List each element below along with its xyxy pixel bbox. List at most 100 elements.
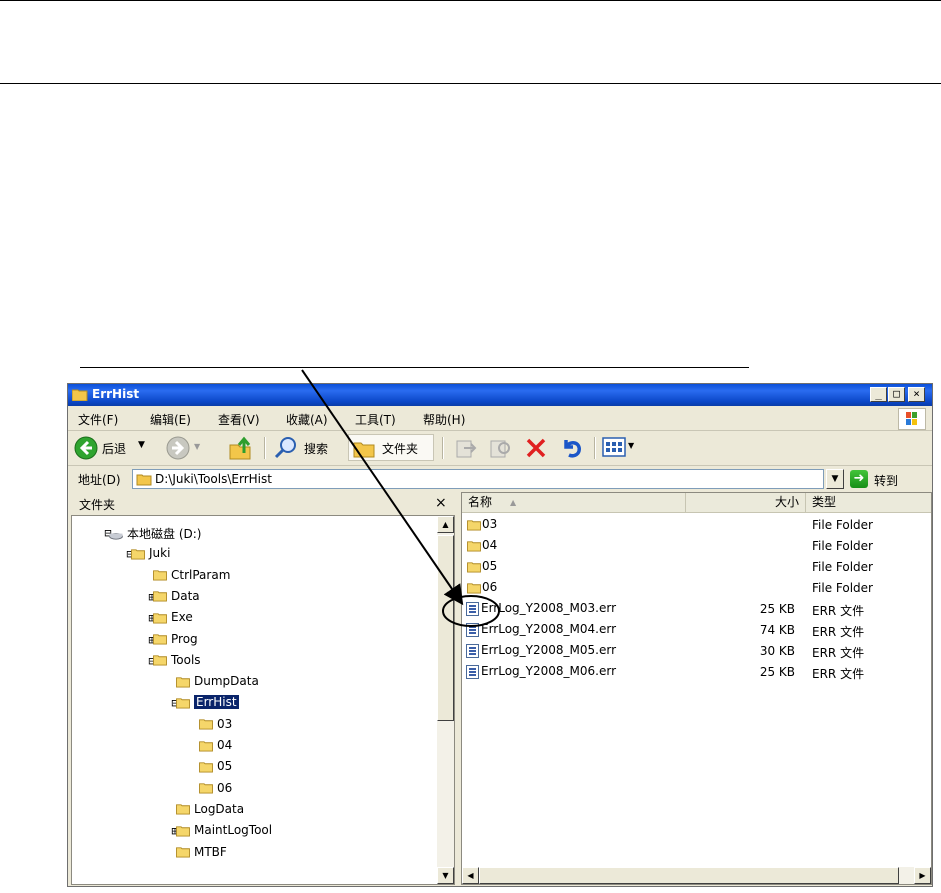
up-folder-icon[interactable] [228,435,254,461]
folder-icon [176,676,190,688]
tree-item[interactable]: 06 [198,781,232,801]
file-row[interactable]: 06 File Folder [462,578,931,599]
folder-pane-close-button[interactable]: × [435,495,447,511]
title-bar[interactable]: ErrHist _ □ × [68,384,932,406]
tree-item[interactable]: 04 [198,738,232,758]
tree-item-label: 04 [217,738,233,752]
file-type: File Folder [812,518,873,532]
tree-item[interactable]: ErrHist [175,695,239,715]
file-name-cell: 05 [466,559,497,573]
file-name-cell: ErrLog_Y2008_M06.err [466,664,616,679]
tree-item[interactable]: Juki [130,546,170,566]
folder-icon [153,570,167,581]
folder-icon [153,634,167,645]
move-to-icon[interactable] [454,436,478,460]
menu-view[interactable]: 查看(V) [218,411,260,428]
tree-item[interactable]: DumpData [175,674,259,694]
address-dropdown-button[interactable]: ▼ [826,469,844,489]
file-name: ErrLog_Y2008_M06.err [481,664,617,678]
back-dropdown-icon[interactable]: ▼ [138,440,145,450]
file-size: 25 KB [759,602,795,616]
undo-icon[interactable] [560,436,584,460]
tree-item[interactable]: LogData [175,802,244,822]
minimize-button[interactable]: _ [870,387,887,402]
file-icon [466,643,479,658]
sort-ascending-icon: ▲ [510,498,517,507]
delete-icon[interactable] [524,436,548,460]
back-arrow-icon [74,436,98,460]
file-list-horizontal-scrollbar[interactable]: ◀ ▶ [462,867,931,884]
folder-pane-title: 文件夹 [79,498,116,512]
menu-tools[interactable]: 工具(T) [355,411,396,428]
address-input[interactable]: D:\Juki\Tools\ErrHist [132,469,824,489]
column-name[interactable]: 名称 ▲ [462,493,686,513]
tree-item[interactable]: CtrlParam [152,568,230,588]
scroll-left-button[interactable]: ◀ [462,867,479,884]
file-row[interactable]: ErrLog_Y2008_M03.err 25 KB ERR 文件 [462,599,931,620]
search-button[interactable]: 搜索 [272,435,342,461]
file-name: 06 [482,580,498,594]
toolbar-separator [594,437,596,459]
folder-tree-scrollbar[interactable]: ▲ ▼ [437,516,454,884]
views-button[interactable]: ▼ [602,436,642,460]
tree-item[interactable]: MTBF [175,845,227,865]
column-size[interactable]: 大小 [686,493,806,513]
forward-button[interactable]: ▼ [164,435,204,461]
file-name-cell: ErrLog_Y2008_M03.err [466,601,616,616]
tree-item-label: MTBF [194,844,227,859]
file-row[interactable]: 05 File Folder [462,557,931,578]
tree-item[interactable]: Exe [152,610,193,630]
file-type: ERR 文件 [812,625,865,639]
menu-file[interactable]: 文件(F) [78,411,118,428]
menu-favorites[interactable]: 收藏(A) [286,411,328,428]
file-row[interactable]: 04 File Folder [462,536,931,557]
file-row[interactable]: ErrLog_Y2008_M04.err 74 KB ERR 文件 [462,620,931,641]
folder-icon [199,740,213,752]
file-name: ErrLog_Y2008_M03.err [481,601,617,615]
maximize-button[interactable]: □ [888,387,905,402]
file-row[interactable]: ErrLog_Y2008_M06.err 25 KB ERR 文件 [462,662,931,683]
folder-icon [199,762,213,773]
file-name: 03 [482,517,498,531]
column-name-label: 名称 [468,495,493,509]
tree-item[interactable]: Prog [152,632,198,652]
tree-item[interactable]: Data [152,589,200,609]
back-button[interactable]: 后退 ▼ [72,435,152,461]
views-icon [602,437,626,457]
file-name-cell: 04 [466,538,497,552]
tree-item-label: 03 [217,716,233,731]
menu-edit[interactable]: 编辑(E) [150,411,191,428]
close-button[interactable]: × [908,387,925,402]
tree-item[interactable]: Tools [152,653,201,673]
file-row[interactable]: 03 File Folder [462,515,931,536]
go-arrow-icon[interactable]: ➜ [850,470,868,488]
scroll-right-button[interactable]: ▶ [914,867,931,884]
column-type[interactable]: 类型 [806,493,931,513]
window-title: ErrHist [92,387,140,401]
file-type: ERR 文件 [812,667,865,681]
scroll-thumb[interactable] [437,535,454,721]
file-row[interactable]: ErrLog_Y2008_M05.err 30 KB ERR 文件 [462,641,931,662]
file-name: 05 [482,559,498,573]
file-type: File Folder [812,560,873,574]
column-size-label: 大小 [774,495,799,509]
tree-item[interactable]: MaintLogTool [175,823,272,843]
copy-to-icon[interactable] [488,436,512,460]
folder-icon [153,613,167,624]
tree-item-label: Tools [171,652,201,667]
file-type: File Folder [812,539,873,553]
tree-item-label: Data [171,588,200,603]
go-label[interactable]: 转到 [874,472,898,489]
forward-dropdown-icon[interactable]: ▼ [194,442,200,451]
scroll-thumb[interactable] [479,867,899,884]
menu-help[interactable]: 帮助(H) [423,411,465,428]
tree-item[interactable]: 03 [198,717,232,737]
annotation-underline [80,367,749,368]
tree-item[interactable]: 05 [198,759,232,779]
tree-item[interactable]: 本地磁盘 (D:) [108,525,201,545]
folders-button[interactable]: 文件夹 [348,434,434,461]
scroll-down-button[interactable]: ▼ [437,867,454,884]
scroll-up-button[interactable]: ▲ [437,516,454,533]
folder-icon [467,582,481,594]
column-type-label: 类型 [812,495,837,509]
